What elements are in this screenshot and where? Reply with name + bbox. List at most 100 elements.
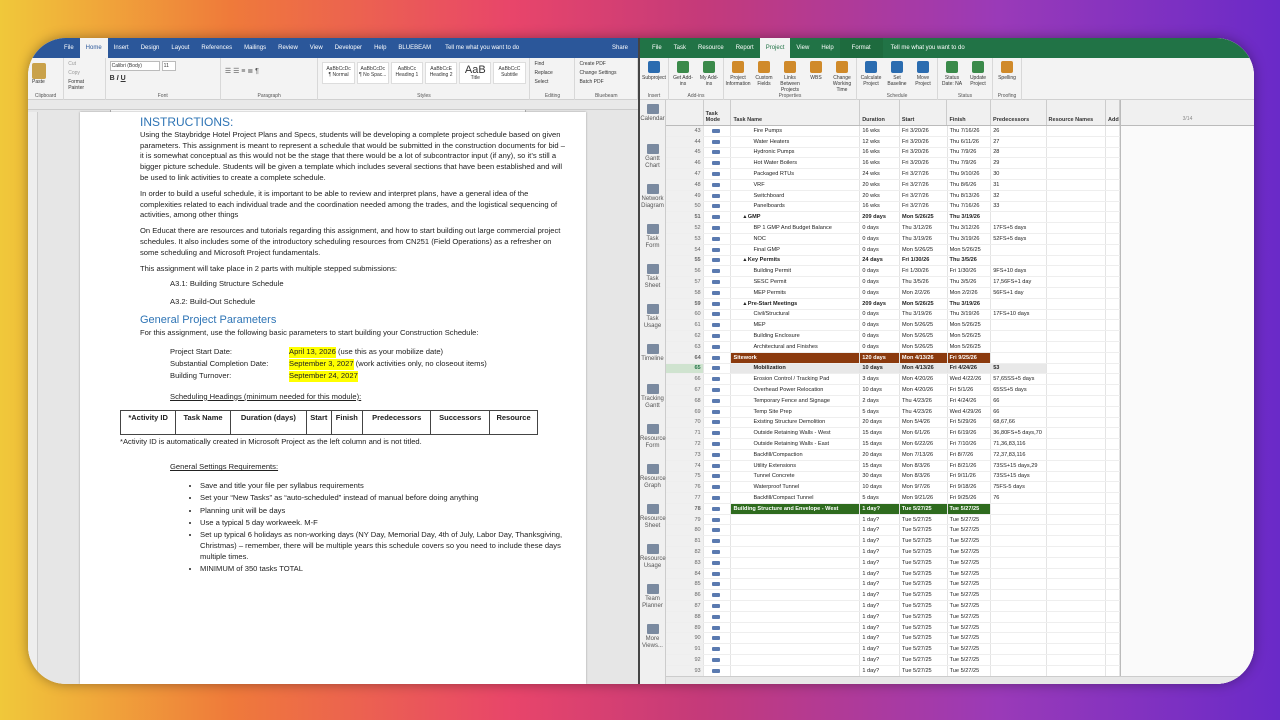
start-cell[interactable]: Mon 5/4/26 bbox=[900, 417, 948, 428]
change-working-time-button[interactable]: Change Working Time bbox=[831, 61, 853, 97]
finish-cell[interactable]: Thu 6/11/26 bbox=[948, 136, 992, 147]
word-tab-help[interactable]: Help bbox=[368, 38, 392, 58]
add-column-cell[interactable] bbox=[1106, 169, 1120, 179]
finish-cell[interactable]: Thu 3/12/26 bbox=[948, 223, 992, 233]
task-name-cell[interactable] bbox=[731, 536, 861, 547]
start-cell[interactable]: Mon 6/22/26 bbox=[900, 439, 948, 449]
project-information-button[interactable]: Project Information bbox=[726, 61, 751, 97]
task-row[interactable]: 49 Switchboard 20 wks Fri 3/27/26 Thu 8/13/2… bbox=[666, 190, 1120, 202]
finish-cell[interactable]: Thu 3/5/26 bbox=[948, 277, 992, 287]
predecessors-cell[interactable] bbox=[991, 611, 1047, 622]
add-column-cell[interactable] bbox=[1106, 536, 1120, 547]
task-mode-cell[interactable] bbox=[704, 460, 732, 471]
document-page[interactable]: INSTRUCTIONS: Using the Staybridge Hotel… bbox=[80, 112, 586, 684]
task-mode-cell[interactable] bbox=[704, 374, 732, 385]
task-row[interactable]: 89 1 day? Tue 5/27/25 Tue 5/27/25 bbox=[666, 622, 1120, 634]
task-name-cell[interactable]: Waterproof Tunnel bbox=[731, 482, 861, 493]
finish-cell[interactable]: Tue 5/27/25 bbox=[948, 611, 992, 622]
task-mode-cell[interactable] bbox=[704, 449, 732, 460]
task-mode-cell[interactable] bbox=[704, 341, 732, 352]
finish-cell[interactable]: Fri 8/21/26 bbox=[948, 460, 992, 471]
start-cell[interactable]: Tue 5/27/25 bbox=[900, 579, 948, 590]
predecessors-cell[interactable] bbox=[991, 590, 1047, 601]
finish-cell[interactable]: Tue 5/27/25 bbox=[948, 622, 992, 633]
task-row[interactable]: 78 Building Structure and Envelope - West… bbox=[666, 503, 1120, 515]
task-name-cell[interactable] bbox=[731, 590, 861, 601]
set-baseline-button[interactable]: Set Baseline bbox=[886, 61, 908, 97]
task-row[interactable]: 59 ▴ Pre-Start Meetings 209 days Mon 5/26/2… bbox=[666, 298, 1120, 310]
task-mode-cell[interactable] bbox=[704, 126, 732, 136]
resource-names-cell[interactable] bbox=[1046, 665, 1107, 676]
task-name-cell[interactable] bbox=[731, 568, 861, 579]
style-title[interactable]: AaB Title bbox=[459, 62, 492, 84]
start-cell[interactable]: Fri 3/27/26 bbox=[900, 179, 948, 190]
resource-names-cell[interactable] bbox=[1046, 547, 1107, 557]
task-row[interactable]: 72 Outside Retaining Walls - East 15 days M… bbox=[666, 439, 1120, 450]
task-row[interactable]: 85 1 day? Tue 5/27/25 Tue 5/27/25 bbox=[666, 579, 1120, 591]
predecessors-cell[interactable] bbox=[991, 557, 1047, 568]
start-cell[interactable]: Tue 5/27/25 bbox=[900, 655, 948, 665]
task-name-cell[interactable]: Building Structure and Envelope - West bbox=[731, 503, 861, 514]
resource-names-cell[interactable] bbox=[1046, 201, 1107, 212]
duration-cell[interactable]: 1 day? bbox=[860, 622, 901, 633]
task-mode-cell[interactable] bbox=[704, 233, 732, 244]
task-name-cell[interactable] bbox=[731, 665, 861, 676]
task-mode-cell[interactable] bbox=[704, 493, 732, 503]
start-cell[interactable]: Thu 3/12/26 bbox=[900, 223, 948, 233]
duration-cell[interactable]: 0 days bbox=[860, 341, 901, 352]
predecessors-cell[interactable] bbox=[991, 536, 1047, 547]
start-cell[interactable]: Thu 4/23/26 bbox=[900, 406, 948, 417]
resource-names-cell[interactable] bbox=[1046, 179, 1107, 190]
add-column-cell[interactable] bbox=[1106, 449, 1120, 460]
task-row[interactable]: 88 1 day? Tue 5/27/25 Tue 5/27/25 bbox=[666, 611, 1120, 623]
task-mode-cell[interactable] bbox=[704, 266, 732, 277]
task-mode-cell[interactable] bbox=[704, 331, 732, 341]
task-name-cell[interactable]: Final GMP bbox=[731, 244, 861, 255]
duration-cell[interactable]: 0 days bbox=[860, 223, 901, 233]
duration-cell[interactable]: 0 days bbox=[860, 244, 901, 255]
predecessors-cell[interactable]: 27 bbox=[991, 136, 1047, 147]
finish-cell[interactable]: Fri 9/11/26 bbox=[948, 471, 992, 482]
add-column-cell[interactable] bbox=[1106, 428, 1120, 439]
start-cell[interactable]: Tue 5/27/25 bbox=[900, 557, 948, 568]
start-cell[interactable]: Mon 5/26/25 bbox=[900, 331, 948, 341]
duration-cell[interactable]: 16 wks bbox=[860, 201, 901, 212]
task-name-cell[interactable] bbox=[731, 655, 861, 665]
links-between-projects-button[interactable]: Links Between Projects bbox=[779, 61, 801, 97]
project-tab-task[interactable]: Task bbox=[668, 38, 692, 58]
finish-cell[interactable]: Thu 7/16/26 bbox=[948, 201, 992, 212]
add-column-cell[interactable] bbox=[1106, 223, 1120, 233]
task-mode-cell[interactable] bbox=[704, 287, 732, 298]
task-name-cell[interactable]: Outside Retaining Walls - West bbox=[731, 428, 861, 439]
duration-cell[interactable]: 0 days bbox=[860, 266, 901, 277]
start-cell[interactable]: Tue 5/27/25 bbox=[900, 611, 948, 622]
task-mode-cell[interactable] bbox=[704, 136, 732, 147]
task-mode-cell[interactable] bbox=[704, 514, 732, 525]
word-share-button[interactable]: Share bbox=[612, 45, 628, 51]
start-cell[interactable]: Mon 8/3/26 bbox=[900, 471, 948, 482]
start-cell[interactable]: Tue 5/27/25 bbox=[900, 633, 948, 644]
add-column-cell[interactable] bbox=[1106, 255, 1120, 266]
finish-cell[interactable]: Fri 8/7/26 bbox=[948, 449, 992, 460]
task-name-cell[interactable] bbox=[731, 644, 861, 655]
add-column-cell[interactable] bbox=[1106, 341, 1120, 352]
finish-cell[interactable]: Fri 9/18/26 bbox=[948, 482, 992, 493]
task-row[interactable]: 86 1 day? Tue 5/27/25 Tue 5/27/25 bbox=[666, 590, 1120, 602]
finish-cell[interactable]: Tue 5/27/25 bbox=[948, 536, 992, 547]
start-cell[interactable]: Thu 4/23/26 bbox=[900, 395, 948, 406]
task-name-cell[interactable]: Building Enclosure bbox=[731, 331, 861, 341]
task-row[interactable]: 60 Civil/Structural 0 days Thu 3/19/26 Thu 3… bbox=[666, 309, 1120, 321]
resource-names-cell[interactable] bbox=[1046, 460, 1107, 471]
add-column-cell[interactable] bbox=[1106, 493, 1120, 503]
resource-names-cell[interactable] bbox=[1046, 320, 1107, 331]
duration-cell[interactable]: 10 days bbox=[860, 482, 901, 493]
finish-cell[interactable]: Thu 8/6/26 bbox=[948, 179, 992, 190]
add-column-cell[interactable] bbox=[1106, 385, 1120, 395]
start-cell[interactable]: Tue 5/27/25 bbox=[899, 503, 948, 514]
duration-cell[interactable]: 0 days bbox=[860, 277, 901, 287]
task-name-cell[interactable]: Panelboards bbox=[731, 201, 861, 212]
task-mode-cell[interactable] bbox=[704, 428, 732, 439]
resource-names-cell[interactable] bbox=[1046, 190, 1107, 201]
add-column-cell[interactable] bbox=[1106, 471, 1120, 482]
task-row[interactable]: 68 Temporary Fence and Signage 2 days Thu 4… bbox=[666, 395, 1120, 407]
